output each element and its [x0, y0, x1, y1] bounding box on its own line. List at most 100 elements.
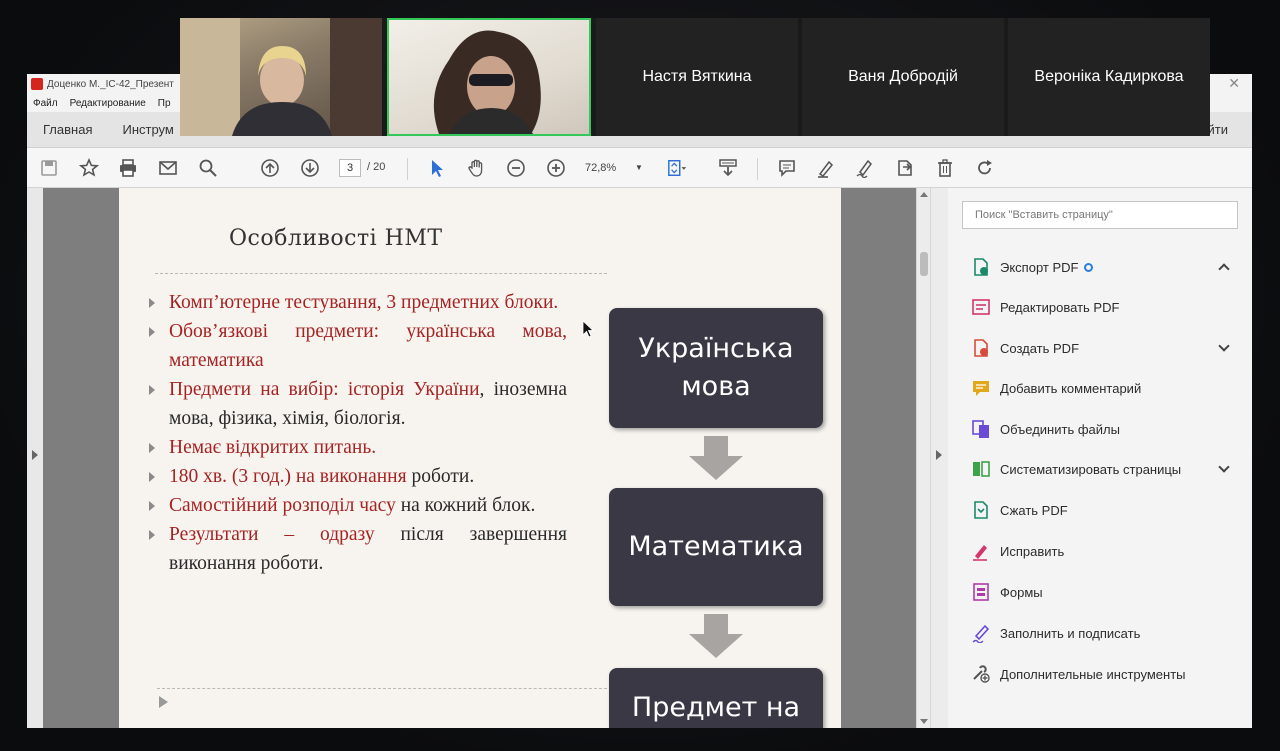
- bullet-red-text: Обов’язкові предмети: українська мова, м…: [169, 321, 567, 371]
- video-call-strip: Настя Вяткина Ваня Добродій Вероніка Кад…: [180, 18, 1210, 136]
- bullet-text: роботи.: [406, 466, 475, 487]
- tool-redact[interactable]: Исправить: [970, 539, 1064, 563]
- close-icon[interactable]: ✕: [1228, 75, 1240, 92]
- tool-label: Заполнить и подписать: [1000, 625, 1141, 641]
- bullet-item: Самостійний розподіл часу на кожний блок…: [147, 491, 567, 520]
- bullet-red-text: Немає відкритих питань.: [169, 437, 377, 458]
- create-pdf-icon: [970, 337, 992, 359]
- print-icon[interactable]: [116, 156, 140, 180]
- forms-icon: [970, 581, 992, 603]
- participant-name: Вероніка Кадиркова: [1034, 68, 1184, 85]
- collapse-arrow-icon: [936, 450, 942, 460]
- compress-pdf-icon: [970, 499, 992, 521]
- scroll-up-icon[interactable]: [920, 192, 928, 197]
- rotate-icon[interactable]: [973, 156, 997, 180]
- page-number-input[interactable]: 3: [339, 159, 361, 177]
- stamp-icon[interactable]: [893, 156, 917, 180]
- delete-icon[interactable]: [933, 156, 957, 180]
- chevron-down-icon[interactable]: [1218, 461, 1230, 473]
- participant-name: Ваня Добродій: [848, 68, 958, 85]
- tool-label: Добавить комментарий: [1000, 380, 1142, 396]
- left-panel-toggle[interactable]: [27, 188, 43, 728]
- comment-icon: [970, 377, 992, 399]
- highlight-pen-icon[interactable]: [814, 156, 838, 180]
- tool-compress-pdf[interactable]: Сжать PDF: [970, 498, 1068, 522]
- tool-label: Сжать PDF: [1000, 502, 1068, 518]
- zoom-value: 72,8%: [585, 162, 617, 174]
- scroll-down-icon[interactable]: [920, 719, 928, 724]
- tool-fill-sign[interactable]: Заполнить и подписать: [970, 621, 1140, 645]
- chevron-down-icon[interactable]: [1218, 340, 1230, 352]
- expand-arrow-icon: [32, 450, 38, 460]
- fill-sign-icon: [970, 622, 992, 644]
- mail-icon[interactable]: [156, 156, 180, 180]
- save-icon[interactable]: [37, 156, 61, 180]
- bullet-red-text: Результати – одразу: [169, 524, 375, 545]
- slide-title: Особливості НМТ: [229, 226, 443, 251]
- hand-tool-icon[interactable]: [465, 156, 489, 180]
- footer-divider: [157, 688, 607, 689]
- zoom-out-icon[interactable]: [504, 156, 528, 180]
- scroll-thumb[interactable]: [920, 252, 928, 276]
- draw-signature-icon[interactable]: [853, 156, 877, 180]
- bullet-red-text: Предмети на вибір: історія України: [169, 379, 480, 400]
- menu-edit[interactable]: Редактирование: [70, 98, 146, 109]
- tool-organize-pages[interactable]: Систематизировать страницы: [970, 457, 1230, 481]
- tools-search-input[interactable]: Поиск "Вставить страницу": [962, 201, 1238, 229]
- star-icon[interactable]: [77, 156, 101, 180]
- tool-forms[interactable]: Формы: [970, 580, 1043, 604]
- participant-tile[interactable]: Вероніка Кадиркова: [1008, 18, 1210, 136]
- slide-nav-arrow-icon[interactable]: [159, 696, 168, 708]
- edit-pdf-icon: [970, 296, 992, 318]
- select-cursor-icon[interactable]: [425, 156, 449, 180]
- document-scrollbar[interactable]: [916, 188, 930, 728]
- bullet-red-text: Комп’ютерне тестування, 3 предметних бло…: [169, 292, 559, 313]
- bullet-item: Немає відкритих питань.: [147, 433, 567, 462]
- participant-camera-feed: [433, 30, 541, 134]
- menu-view[interactable]: Пр: [158, 98, 171, 109]
- sign-in-link[interactable]: йти: [1208, 122, 1228, 137]
- menu-file[interactable]: Файл: [33, 98, 58, 109]
- participant-tile[interactable]: Настя Вяткина: [596, 18, 798, 136]
- scroll-mode-icon[interactable]: [716, 156, 740, 180]
- bullet-item: 180 хв. (3 год.) на виконання роботи.: [147, 462, 567, 491]
- right-panel-toggle[interactable]: [930, 188, 948, 728]
- fit-page-icon[interactable]: [665, 156, 689, 180]
- tool-more-tools[interactable]: Дополнительные инструменты: [970, 662, 1186, 686]
- toolbar-divider: [407, 158, 408, 180]
- participant-tile[interactable]: Ваня Добродій: [802, 18, 1004, 136]
- tab-home[interactable]: Главная: [43, 122, 92, 137]
- zoom-in-icon[interactable]: [544, 156, 568, 180]
- search-icon[interactable]: [196, 156, 220, 180]
- tool-label: Объединить файлы: [1000, 421, 1120, 437]
- tool-combine-files[interactable]: Объединить файлы: [970, 417, 1120, 441]
- tab-tools[interactable]: Инструм: [122, 122, 173, 137]
- comment-icon[interactable]: [775, 156, 799, 180]
- main-toolbar: 3 / 20 72,8% ▼: [27, 148, 1252, 188]
- tool-edit-pdf[interactable]: Редактировать PDF: [970, 295, 1119, 319]
- new-feature-dot-icon: [1084, 262, 1094, 272]
- prev-page-icon[interactable]: [258, 156, 282, 180]
- redact-icon: [970, 540, 992, 562]
- toolbar-divider: [757, 158, 758, 180]
- tool-add-comment[interactable]: Добавить комментарий: [970, 376, 1141, 400]
- zoom-select[interactable]: 72,8% ▼: [585, 159, 647, 177]
- bullet-red-text: Самостійний розподіл часу: [169, 495, 396, 516]
- window-title: Доценко М._ІС-42_Презент: [47, 78, 174, 90]
- bullet-item: Комп’ютерне тестування, 3 предметних бло…: [147, 288, 567, 317]
- tool-label: Экспорт PDF: [1000, 259, 1079, 275]
- participant-video-1[interactable]: [180, 18, 382, 136]
- tool-export-pdf[interactable]: Экспорт PDF: [970, 255, 1230, 279]
- chevron-up-icon[interactable]: [1218, 263, 1230, 275]
- pdf-page: Особливості НМТ Комп’ютерне тестування, …: [119, 188, 841, 728]
- bullet-item: Результати – одразу після завершення вик…: [147, 520, 567, 578]
- next-page-icon[interactable]: [298, 156, 322, 180]
- tools-panel: Поиск "Вставить страницу" Экспорт PDF Ре…: [948, 188, 1252, 728]
- export-pdf-icon: [970, 256, 992, 278]
- bullet-red-text: 180 хв. (3 год.) на виконання: [169, 466, 407, 487]
- participant-video-2-active-speaker[interactable]: [387, 18, 591, 136]
- participant-camera-feed: [180, 18, 382, 136]
- acrobat-window: Доценко М._ІС-42_Презент ✕ Файл Редактир…: [27, 74, 1252, 728]
- acrobat-logo-icon: [31, 78, 43, 90]
- tool-create-pdf[interactable]: Создать PDF: [970, 336, 1230, 360]
